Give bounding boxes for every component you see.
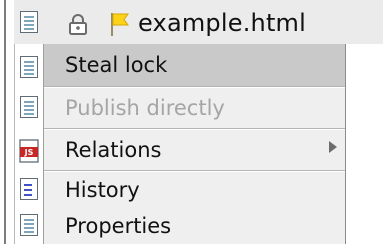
- lock-icon[interactable]: [68, 13, 88, 35]
- relations-label: Relations: [65, 138, 162, 162]
- javascript-file-icon[interactable]: JS: [19, 139, 39, 163]
- yellow-flag-icon: [111, 13, 129, 36]
- publish-directly-menu-item[interactable]: Publish directly: [44, 88, 345, 128]
- tree-connector-rail: [0, 0, 15, 244]
- document-icon[interactable]: [20, 214, 38, 236]
- document-icon[interactable]: [20, 96, 38, 118]
- document-icon[interactable]: [20, 56, 38, 78]
- properties-menu-item[interactable]: Properties: [44, 208, 345, 244]
- steal-lock-menu-item[interactable]: Steal lock: [44, 44, 345, 86]
- relations-menu-item[interactable]: Relations: [44, 130, 345, 170]
- js-badge-text: JS: [24, 148, 34, 157]
- selected-file-row[interactable]: example.html: [14, 0, 383, 44]
- context-menu: Steal lock Publish directly Relations Hi…: [43, 44, 346, 244]
- form-document-icon[interactable]: [20, 178, 38, 200]
- document-icon: [20, 11, 38, 33]
- history-menu-item[interactable]: History: [44, 172, 345, 208]
- file-name[interactable]: example.html: [138, 9, 306, 37]
- submenu-arrow-icon: [329, 141, 337, 153]
